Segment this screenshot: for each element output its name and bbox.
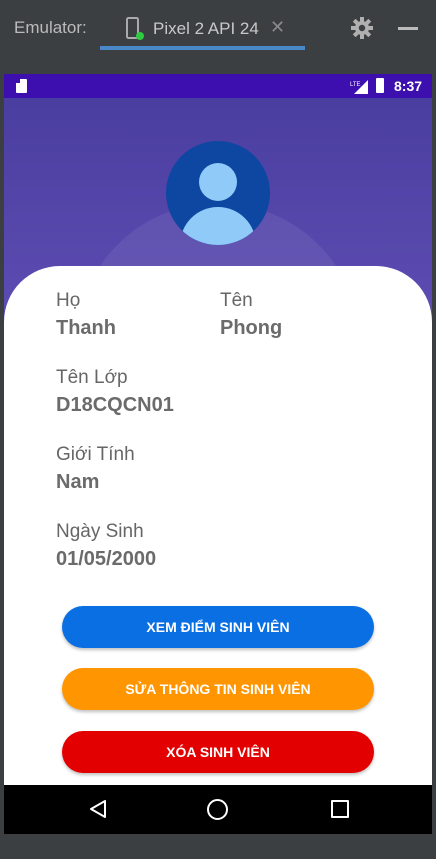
avatar-head <box>199 163 237 201</box>
edit-student-button[interactable]: SỬA THÔNG TIN SINH VIÊN <box>62 668 374 710</box>
dob-value: 01/05/2000 <box>56 548 157 570</box>
sd-card-icon <box>16 79 27 93</box>
dob-field: Ngày Sinh 01/05/2000 <box>56 521 156 571</box>
delete-student-button[interactable]: XÓA SINH VIÊN <box>62 731 374 773</box>
home-circle-icon[interactable] <box>207 799 228 820</box>
tab-active-indicator <box>100 46 305 50</box>
view-grades-button[interactable]: XEM ĐIỂM SINH VIÊN <box>62 606 374 648</box>
class-value: D18CQCN01 <box>56 394 174 416</box>
last-name-field: Họ Thanh <box>56 290 116 340</box>
device-screen: LTE 8:37 Họ Thanh Tên Phong Tên Lớp D18C… <box>4 74 432 834</box>
close-icon[interactable]: ✕ <box>270 17 285 38</box>
status-bar: LTE 8:37 <box>4 74 432 98</box>
first-name-field: Tên Phong <box>220 290 282 340</box>
first-name-label: Tên <box>220 290 253 311</box>
lte-signal-icon: LTE <box>350 79 370 100</box>
tab-label: Pixel 2 API 24 <box>153 19 259 38</box>
gender-field: Giới Tính Nam <box>56 444 135 494</box>
first-name-value: Phong <box>220 317 283 339</box>
emulator-toolbar: Emulator: Pixel 2 API 24 ✕ <box>0 0 436 52</box>
back-triangle-icon[interactable] <box>88 799 108 824</box>
network-label: LTE <box>350 82 361 88</box>
battery-icon <box>376 78 384 93</box>
student-info-card: Họ Thanh Tên Phong Tên Lớp D18CQCN01 Giớ… <box>4 266 432 786</box>
clock: 8:37 <box>394 78 423 94</box>
navigation-bar <box>4 785 432 834</box>
dob-label: Ngày Sinh <box>56 521 144 542</box>
gear-icon[interactable] <box>350 16 374 45</box>
gender-value: Nam <box>56 471 100 493</box>
emulator-title: Emulator: <box>14 18 87 37</box>
last-name-label: Họ <box>56 290 81 311</box>
minimize-icon[interactable] <box>398 27 418 30</box>
avatar-body <box>180 207 256 245</box>
device-phone-icon <box>126 17 144 46</box>
last-name-value: Thanh <box>56 317 116 339</box>
account-circle-icon <box>166 141 270 245</box>
recent-square-icon[interactable] <box>331 800 349 818</box>
gender-label: Giới Tính <box>56 444 135 465</box>
class-field: Tên Lớp D18CQCN01 <box>56 367 174 417</box>
class-label: Tên Lớp <box>56 367 128 388</box>
tab-device[interactable]: Pixel 2 API 24 ✕ <box>100 6 305 50</box>
